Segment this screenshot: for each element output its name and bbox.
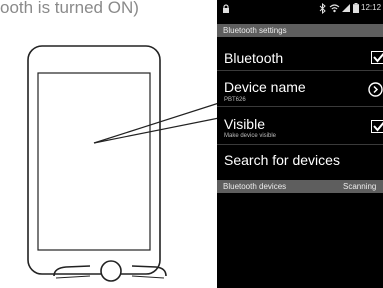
battery-icon — [353, 3, 359, 13]
checkmark-icon — [373, 52, 383, 63]
wifi-icon — [329, 4, 340, 13]
setting-row-visible[interactable]: Visible Make device visible — [217, 108, 383, 145]
setting-subtitle: PBT626 — [224, 97, 246, 103]
setting-row-search[interactable]: Search for devices — [217, 146, 383, 179]
bluetooth-settings-header: Bluetooth settings — [217, 24, 383, 37]
chevron-right-icon[interactable] — [368, 82, 383, 97]
status-time: 12:12 — [361, 3, 382, 12]
devices-header-label: Bluetooth devices — [223, 182, 287, 191]
status-bar: 12:12 — [217, 0, 383, 17]
setting-title: Device name — [224, 79, 306, 95]
back-key-underline-icon — [55, 275, 91, 279]
setting-row-device-name[interactable]: Device name PBT626 — [217, 72, 383, 107]
scanning-status: Scanning — [343, 182, 377, 191]
setting-row-bluetooth[interactable]: Bluetooth — [217, 37, 383, 71]
menu-key-underline-icon — [131, 275, 165, 279]
home-key-button-icon — [100, 260, 122, 282]
bluetooth-devices-header: Bluetooth devices Scanning — [217, 180, 383, 193]
bluetooth-icon — [319, 3, 326, 14]
checkmark-icon — [373, 121, 383, 132]
phone-screen-panel: 12:12 Bluetooth settings Bluetooth Devic… — [217, 0, 383, 288]
setting-title: Search for devices — [224, 152, 340, 168]
setting-title: Bluetooth — [224, 50, 284, 66]
bluetooth-checkbox[interactable] — [371, 51, 383, 64]
visible-checkbox[interactable] — [371, 120, 383, 133]
setting-subtitle: Make device visible — [224, 133, 277, 139]
setting-title: Visible — [224, 116, 265, 132]
signal-icon — [342, 4, 350, 12]
lock-icon — [223, 4, 229, 13]
phone-screen — [37, 72, 151, 251]
